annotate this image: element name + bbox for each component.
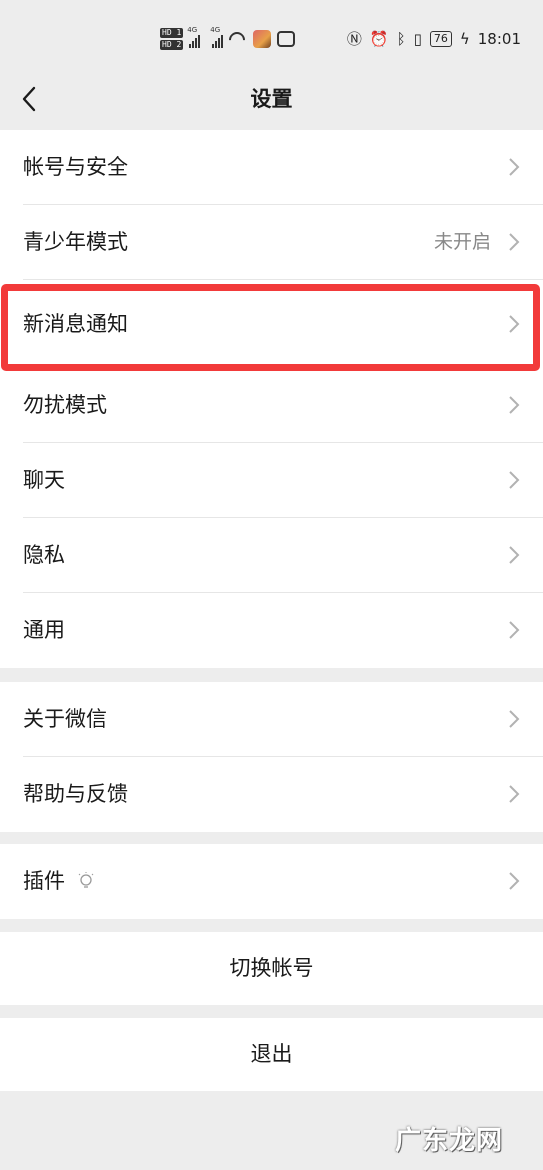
- settings-item-label: 隐私: [23, 543, 65, 567]
- settings-item-label: 青少年模式: [23, 230, 128, 254]
- settings-item-about-wechat[interactable]: 关于微信: [0, 682, 543, 757]
- chevron-right-icon: [509, 396, 520, 414]
- settings-item-do-not-disturb[interactable]: 勿扰模式: [0, 368, 543, 443]
- app-notification-icon: [277, 31, 296, 47]
- network-type-2: 4G: [210, 26, 221, 34]
- settings-item-privacy[interactable]: 隐私: [0, 518, 543, 593]
- chevron-right-icon: [509, 315, 520, 333]
- settings-item-new-message-notification[interactable]: 新消息通知: [0, 280, 543, 368]
- settings-item-help-feedback[interactable]: 帮助与反馈: [0, 757, 543, 832]
- wifi-icon: [229, 32, 247, 46]
- settings-item-label: 通用: [23, 618, 65, 642]
- battery-level: 76: [429, 31, 452, 47]
- hd-indicator: HD 1 HD 2: [160, 28, 184, 50]
- lightbulb-icon: [78, 872, 94, 888]
- settings-item-chat[interactable]: 聊天: [0, 443, 543, 518]
- hd2-badge: HD 2: [160, 40, 184, 50]
- chevron-right-icon: [509, 621, 520, 639]
- settings-group-about: 关于微信 帮助与反馈: [0, 682, 543, 832]
- chevron-right-icon: [509, 546, 520, 564]
- settings-item-account-security[interactable]: 帐号与安全: [0, 130, 543, 205]
- logout-section: 退出: [0, 1018, 543, 1091]
- chevron-right-icon: [509, 710, 520, 728]
- watermark: 广东龙网: [394, 1126, 503, 1156]
- game-app-icon: [253, 30, 272, 48]
- signal-2-icon: 4G: [210, 26, 224, 48]
- settings-item-label: 聊天: [23, 468, 65, 492]
- settings-item-label: 新消息通知: [23, 312, 128, 336]
- youth-mode-status: 未开启: [433, 231, 491, 253]
- settings-item-label: 关于微信: [23, 707, 107, 731]
- chevron-right-icon: [509, 158, 520, 176]
- settings-item-label: 帐号与安全: [23, 155, 128, 179]
- signal-1-icon: 4G: [187, 26, 201, 48]
- vibrate-icon: ▯: [413, 30, 422, 48]
- clock: 18:01: [477, 30, 521, 48]
- alarm-icon: ⏰: [369, 30, 389, 48]
- status-bar: HD 1 HD 2 4G 4G Ⓝ ⏰ ᛒ ▯ 76 ϟ 18:01: [0, 0, 543, 70]
- settings-group-main: 帐号与安全 青少年模式 未开启 新消息通知 勿扰模式 聊天 隐私 通用: [0, 130, 543, 668]
- settings-item-youth-mode[interactable]: 青少年模式 未开启: [0, 205, 543, 280]
- chevron-right-icon: [509, 233, 520, 251]
- logout-button[interactable]: 退出: [0, 1018, 543, 1091]
- logout-label: 退出: [250, 1042, 293, 1066]
- chevron-right-icon: [509, 872, 520, 890]
- settings-item-plugins[interactable]: 插件: [0, 844, 543, 919]
- bluetooth-icon: ᛒ: [396, 30, 406, 48]
- switch-account-label: 切换帐号: [229, 956, 314, 980]
- settings-item-label: 勿扰模式: [23, 393, 107, 417]
- nav-bar: 设置: [0, 70, 543, 128]
- settings-group-plugins: 插件: [0, 844, 543, 919]
- switch-account-button[interactable]: 切换帐号: [0, 932, 543, 1005]
- settings-item-label: 插件: [23, 869, 65, 893]
- charging-icon: ϟ: [459, 30, 470, 48]
- chevron-right-icon: [509, 785, 520, 803]
- hd1-badge: HD 1: [160, 28, 184, 38]
- nfc-icon: Ⓝ: [346, 30, 362, 48]
- chevron-right-icon: [509, 471, 520, 489]
- switch-account-section: 切换帐号: [0, 932, 543, 1005]
- network-type-1: 4G: [187, 26, 198, 34]
- page-title: 设置: [250, 87, 293, 111]
- settings-item-label: 帮助与反馈: [23, 782, 128, 806]
- settings-item-general[interactable]: 通用: [0, 593, 543, 668]
